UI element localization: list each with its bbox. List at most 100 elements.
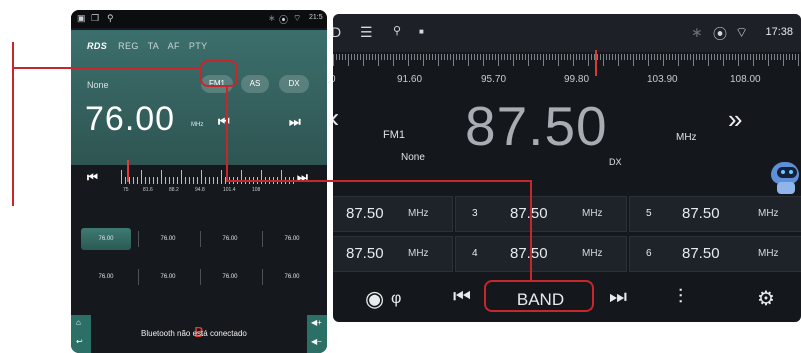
frequency-display: 76.00 xyxy=(85,100,176,138)
scale-tick xyxy=(627,54,628,60)
dial-tick xyxy=(153,177,154,184)
scale-tick xyxy=(552,54,553,60)
scale-tick xyxy=(600,54,601,60)
prev-icon[interactable]: ⏮ xyxy=(87,170,98,185)
preset-button[interactable]: 3 87.50 MHz xyxy=(455,196,627,232)
dial-tick xyxy=(149,177,150,184)
dial-tick xyxy=(205,177,206,184)
home-icon[interactable]: ⌂ xyxy=(76,318,81,327)
preset-button[interactable]: 4 87.50 MHz xyxy=(455,236,627,272)
back-icon[interactable]: ↩ xyxy=(76,337,83,346)
scale-tick xyxy=(711,54,712,60)
scale-tick xyxy=(351,54,352,60)
scale-tick xyxy=(471,54,472,60)
scale-tick xyxy=(663,54,664,66)
preset-frequency: 87.50 xyxy=(510,245,548,262)
prev-icon[interactable]: ⏮ xyxy=(453,286,471,309)
seek-next-icon[interactable]: ⏭ xyxy=(289,114,301,130)
preset-button[interactable]: 76.00 xyxy=(81,228,131,250)
dial-tick xyxy=(165,177,166,184)
preset-button[interactable]: 5 87.50 MHz xyxy=(629,196,801,232)
dx-indicator[interactable]: DX xyxy=(609,157,622,167)
preset-button[interactable]: 76.00 xyxy=(81,266,131,288)
annotation-line xyxy=(530,180,532,282)
usb-icon: ⚲ xyxy=(393,25,402,37)
scale-tick xyxy=(768,54,769,66)
scale-tick xyxy=(693,54,694,66)
frequency-display: 87.50 xyxy=(465,95,608,157)
scale-tick xyxy=(537,54,538,60)
tuner-panel: RDS REG TA AF PTY None FM1 AS DX 76.00 M… xyxy=(71,30,327,165)
equalizer-icon[interactable]: ⫶ xyxy=(678,286,683,309)
preset-button[interactable]: 6 87.50 MHz xyxy=(629,236,801,272)
settings-icon[interactable]: ⚙ xyxy=(757,286,775,311)
dial-tick xyxy=(213,177,214,184)
scale-tick xyxy=(477,54,478,60)
scale-tick xyxy=(369,54,370,60)
preset-button[interactable]: 76.00 xyxy=(267,228,317,250)
dial-needle[interactable] xyxy=(127,160,129,182)
scale-tick xyxy=(468,54,469,66)
next-icon[interactable]: ⏭ xyxy=(609,286,627,309)
scale-tick xyxy=(447,54,448,60)
preset-unit: MHz xyxy=(758,248,779,259)
dial-label: 101.4 xyxy=(223,187,236,193)
scale-tick xyxy=(738,54,739,66)
tuning-needle[interactable] xyxy=(595,50,597,76)
scale-tick xyxy=(432,54,433,60)
scale-tick xyxy=(357,54,358,60)
divider xyxy=(200,231,201,247)
scale-tick xyxy=(795,54,796,60)
scale-tick xyxy=(624,54,625,60)
preset-button[interactable]: 76.00 xyxy=(205,228,255,250)
bluetooth-status: Bluetooth não está conectado xyxy=(141,329,247,338)
menu-icon[interactable]: ☰ xyxy=(360,24,373,41)
usb-icon: ⚲ xyxy=(107,13,114,23)
preset-frequency: 87.50 xyxy=(682,205,720,222)
rds-flag-pty[interactable]: PTY xyxy=(189,41,208,51)
preset-button[interactable]: 87.50 MHz xyxy=(333,196,453,232)
dial-tick xyxy=(137,177,138,184)
scale-tick xyxy=(543,54,544,66)
preset-button[interactable]: 76.00 xyxy=(205,266,255,288)
rds-flag-reg[interactable]: REG xyxy=(118,41,139,51)
dx-chip[interactable]: DX xyxy=(279,75,309,93)
next-icon[interactable]: ⏭ xyxy=(297,170,308,185)
preset-button[interactable]: 76.00 xyxy=(143,228,193,250)
volume-down-icon[interactable]: ◀− xyxy=(311,337,322,346)
preset-button[interactable]: 76.00 xyxy=(267,266,317,288)
rds-flag-af[interactable]: AF xyxy=(168,41,180,51)
scale-tick xyxy=(561,54,562,60)
volume-up-icon[interactable]: ◀+ xyxy=(311,318,322,327)
preset-button[interactable]: 76.00 xyxy=(143,266,193,288)
scale-tick xyxy=(753,54,754,66)
seek-next-icon[interactable]: » xyxy=(728,104,743,135)
podcast-icon[interactable]: ◉ xyxy=(365,286,384,312)
scale-tick xyxy=(612,54,613,60)
preset-frequency: 87.50 xyxy=(346,245,384,262)
scale-tick xyxy=(588,54,589,66)
scale-tick xyxy=(714,54,715,60)
dial-tick xyxy=(173,177,174,184)
scale-tick xyxy=(705,54,706,60)
preset-frequency: 87.50 xyxy=(346,205,384,222)
assistant-robot-icon[interactable] xyxy=(769,162,801,196)
back-icon[interactable]: D xyxy=(333,24,341,40)
scale-tick xyxy=(495,54,496,60)
tuning-dial[interactable]: ⏮ 75 81.6 88.2 94.8 101.4 108 ⏭ xyxy=(71,160,327,208)
rds-flag-ta[interactable]: TA xyxy=(148,41,160,51)
scale-tick xyxy=(567,54,568,60)
frequency-scale[interactable] xyxy=(333,52,801,74)
scale-tick xyxy=(510,54,511,60)
seek-prev-icon[interactable]: ‹ xyxy=(333,102,339,134)
dial-tick xyxy=(129,177,130,184)
scale-tick xyxy=(504,54,505,60)
scale-tick xyxy=(798,54,799,66)
as-chip[interactable]: AS xyxy=(241,75,269,93)
scale-tick xyxy=(465,54,466,60)
radio-wave-icon[interactable]: φ xyxy=(391,290,401,308)
window-icon: ▣ xyxy=(77,13,86,23)
preset-button[interactable]: 87.50 MHz xyxy=(333,236,453,272)
scale-tick xyxy=(486,54,487,60)
left-nav: ⌂ ↩ xyxy=(71,315,91,353)
